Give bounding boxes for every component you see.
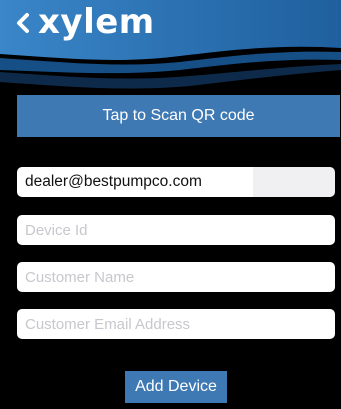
device-id-field[interactable] <box>17 215 335 245</box>
back-button[interactable] <box>10 6 36 40</box>
header-banner: xylem <box>0 0 341 90</box>
xylem-logo: xylem <box>38 2 155 42</box>
scan-qr-button[interactable]: Tap to Scan QR code <box>17 95 340 137</box>
customer-name-field[interactable] <box>17 262 335 292</box>
add-device-button[interactable]: Add Device <box>125 371 227 403</box>
customer-email-field[interactable] <box>17 309 335 339</box>
chevron-left-icon <box>17 13 29 33</box>
dealer-email-field[interactable] <box>17 167 335 197</box>
add-device-screen: xylem Tap to Scan QR code Add Device <box>0 0 341 409</box>
